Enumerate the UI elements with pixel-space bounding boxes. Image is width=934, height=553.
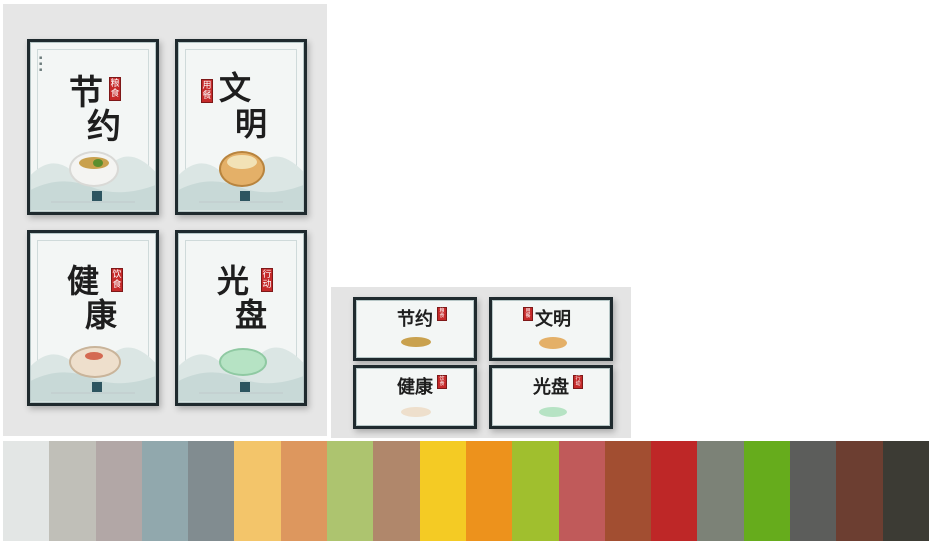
title-char-2: 康: [85, 296, 118, 334]
poster-mockup-large: ▪ ▪ ▪ 节 约 粮食 文 明 用餐 健 康 饮食 光 盘 行动: [3, 4, 327, 436]
color-swatch: [188, 441, 235, 541]
color-swatch: [836, 441, 883, 541]
small-poster-1: 节约 粮食: [353, 297, 477, 361]
ramen-bowl-image: [69, 346, 121, 378]
color-swatch: [465, 441, 513, 541]
seal-stamp: 行动: [573, 375, 583, 389]
seal-stamp: 行动: [261, 268, 273, 292]
title-char-2: 盘: [235, 296, 268, 334]
color-swatch: [790, 441, 837, 541]
poster-2: 文 明 用餐: [175, 39, 307, 215]
badge-icon: [92, 191, 102, 201]
seal-stamp: 用餐: [523, 307, 533, 321]
title-text: 光盘: [533, 377, 569, 398]
color-swatch: [512, 441, 559, 541]
green-dessert-image: [219, 348, 267, 376]
poster-1: ▪ ▪ ▪ 节 约 粮食: [27, 39, 159, 215]
color-swatch: [234, 441, 281, 541]
small-poster-4: 光盘 行动: [489, 365, 613, 429]
color-swatch: [141, 441, 189, 541]
dumpling-steamer-image: [219, 151, 265, 187]
color-palette: [3, 441, 929, 541]
badge-icon: [240, 191, 250, 201]
title-text: 文明: [535, 309, 571, 330]
color-swatch: [558, 441, 605, 541]
seal-stamp: 用餐: [201, 79, 213, 103]
title-text: 健康: [397, 377, 433, 398]
badge-icon: [240, 382, 250, 392]
seal-stamp: 饮食: [111, 268, 123, 292]
color-swatch: [651, 441, 698, 541]
green-dessert-image: [539, 407, 567, 417]
small-poster-2: 文明 用餐: [489, 297, 613, 361]
title-char-2: 明: [235, 105, 268, 143]
color-swatch: [882, 441, 929, 541]
poster-3: 健 康 饮食: [27, 230, 159, 406]
ramen-bowl-image: [401, 407, 431, 417]
food-bowl-image: [69, 151, 119, 187]
color-swatch: [743, 441, 791, 541]
seal-stamp: 粮食: [109, 77, 121, 101]
canvas: ▪ ▪ ▪ 节 约 粮食 文 明 用餐 健 康 饮食 光 盘 行动 节约 粮食 …: [0, 0, 934, 553]
color-swatch: [604, 441, 652, 541]
color-swatch: [95, 441, 142, 541]
poster-mockup-small: 节约 粮食 文明 用餐 健康 饮食 光盘 行动: [331, 287, 631, 438]
dumpling-steamer-image: [539, 337, 567, 349]
side-caption: ▪ ▪ ▪: [39, 55, 43, 73]
color-swatch: [419, 441, 466, 541]
color-swatch: [697, 441, 744, 541]
food-bowl-image: [401, 337, 431, 347]
title-text: 节约: [397, 309, 433, 330]
seal-stamp: 粮食: [437, 307, 447, 321]
color-swatch: [327, 441, 374, 541]
color-swatch: [3, 441, 50, 541]
badge-icon: [92, 382, 102, 392]
title-char-2: 约: [87, 107, 121, 147]
color-swatch: [280, 441, 328, 541]
poster-4: 光 盘 行动: [175, 230, 307, 406]
color-swatch: [373, 441, 420, 541]
small-poster-3: 健康 饮食: [353, 365, 477, 429]
seal-stamp: 饮食: [437, 375, 447, 389]
color-swatch: [49, 441, 96, 541]
